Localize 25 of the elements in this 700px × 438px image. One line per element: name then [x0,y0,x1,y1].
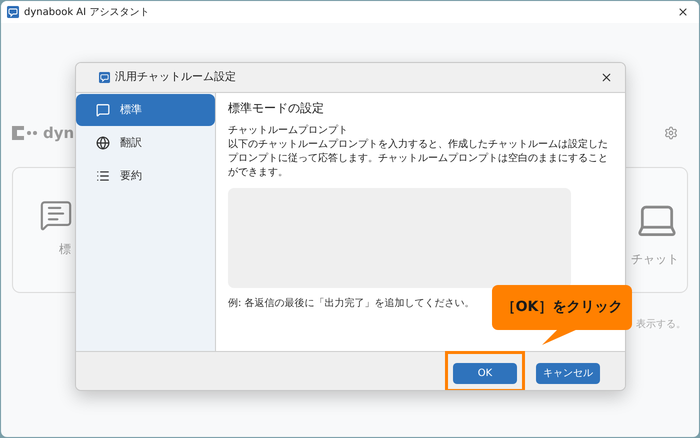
app-icon [99,72,110,83]
window-title: dynabook AI アシスタント [24,6,150,20]
sidebar-item[interactable]: 標準 [76,94,215,126]
close-icon[interactable] [677,6,689,18]
app-icon [7,6,19,18]
logo-text: dyn [43,122,74,144]
example-text: 例: 各返信の最後に「出力完了」を追加してください。 [228,296,475,311]
dialog-button[interactable]: OK [453,362,517,384]
card-label: 標 [59,241,71,258]
dialog-button[interactable]: キャンセル [536,362,600,384]
chat-icon [39,198,73,232]
settings-icon[interactable] [664,126,678,140]
chat-icon [96,103,110,117]
callout-text: ［OK］をクリック [502,298,622,317]
hint-text: 表示する。 [636,318,686,332]
sidebar-item[interactable]: 翻訳 [76,127,215,159]
dialog-title: 汎用チャットルーム設定 [115,69,236,86]
list-icon [96,169,110,183]
prompt-label: チャットルームプロンプト [228,124,349,138]
logo-icon [12,126,38,140]
prompt-field[interactable] [228,188,571,288]
close-icon[interactable] [600,71,613,84]
globe-icon [96,136,110,150]
card-label: チャット [631,251,679,268]
section-heading: 標準モードの設定 [228,100,325,117]
